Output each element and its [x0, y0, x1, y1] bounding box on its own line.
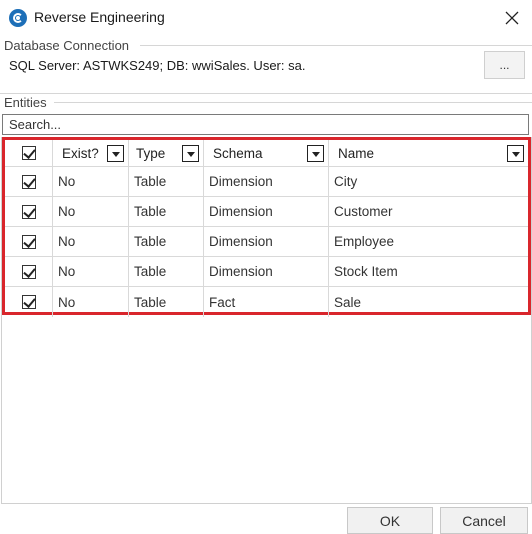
filter-dropdown-exist[interactable]	[107, 145, 124, 162]
row-select-cell	[5, 257, 53, 286]
filter-dropdown-type[interactable]	[182, 145, 199, 162]
column-header-type[interactable]: Type	[129, 140, 204, 166]
search-input[interactable]	[2, 114, 529, 135]
window-title: Reverse Engineering	[34, 9, 165, 25]
row-select-cell	[5, 167, 53, 196]
cell-exist: No	[53, 287, 129, 317]
select-all-checkbox[interactable]	[21, 146, 36, 160]
cell-schema: Fact	[204, 287, 329, 317]
cell-name: Sale	[334, 294, 362, 310]
cell-name: Stock Item	[334, 264, 398, 279]
cell-type: Table	[129, 167, 204, 196]
cancel-button[interactable]: Cancel	[440, 507, 528, 534]
column-header-label: Name	[338, 145, 375, 161]
cell-exist: No	[53, 257, 129, 286]
entities-grid: Exist? Type Schema Name No Table Dimensi…	[2, 137, 531, 317]
cell-exist: No	[53, 227, 129, 256]
cell-type: Table	[129, 197, 204, 226]
table-row[interactable]: No Table Fact Sale	[5, 287, 528, 317]
cell-schema: Dimension	[204, 227, 329, 256]
row-select-cell	[5, 227, 53, 256]
column-header-name[interactable]: Name	[329, 140, 528, 166]
row-checkbox[interactable]	[21, 234, 36, 249]
cell-schema: Dimension	[204, 257, 329, 286]
table-row[interactable]: No Table Dimension City	[5, 167, 528, 197]
cell-exist: No	[53, 197, 129, 226]
header-select-all-cell	[5, 140, 53, 166]
cell-type: Table	[129, 227, 204, 256]
grid-header-row: Exist? Type Schema Name	[5, 140, 528, 167]
database-connection-label: Database Connection	[4, 38, 134, 53]
cell-type: Table	[129, 287, 204, 317]
table-row[interactable]: No Table Dimension Customer	[5, 197, 528, 227]
cell-name: Customer	[334, 204, 393, 219]
row-select-cell	[5, 287, 53, 317]
app-logo-icon	[9, 9, 27, 27]
row-checkbox[interactable]	[21, 174, 36, 189]
group-divider	[140, 45, 532, 46]
title-bar: Reverse Engineering	[0, 0, 532, 36]
entities-label: Entities	[4, 95, 51, 110]
connection-info-text: SQL Server: ASTWKS249; DB: wwiSales. Use…	[9, 58, 306, 73]
table-row[interactable]: No Table Dimension Stock Item	[5, 257, 528, 287]
row-checkbox[interactable]	[21, 264, 36, 279]
browse-connection-button[interactable]: ...	[484, 51, 525, 79]
close-icon	[505, 11, 519, 25]
cell-exist: No	[53, 167, 129, 196]
group-divider	[54, 102, 532, 103]
filter-dropdown-name[interactable]	[507, 145, 524, 162]
cell-name: City	[334, 174, 358, 189]
ok-button[interactable]: OK	[347, 507, 433, 534]
group-divider	[0, 93, 532, 94]
column-header-label: Exist?	[62, 145, 99, 161]
filter-dropdown-schema[interactable]	[307, 145, 324, 162]
table-row[interactable]: No Table Dimension Employee	[5, 227, 528, 257]
close-button[interactable]	[496, 4, 528, 32]
cell-name: Employee	[334, 234, 395, 249]
column-header-exist[interactable]: Exist?	[53, 140, 129, 166]
column-header-schema[interactable]: Schema	[204, 140, 329, 166]
column-header-label: Type	[136, 145, 166, 161]
cell-type: Table	[129, 257, 204, 286]
cell-schema: Dimension	[204, 197, 329, 226]
column-header-label: Schema	[213, 145, 263, 161]
row-select-cell	[5, 197, 53, 226]
row-checkbox[interactable]	[21, 295, 36, 309]
row-checkbox[interactable]	[21, 204, 36, 219]
cell-schema: Dimension	[204, 167, 329, 196]
